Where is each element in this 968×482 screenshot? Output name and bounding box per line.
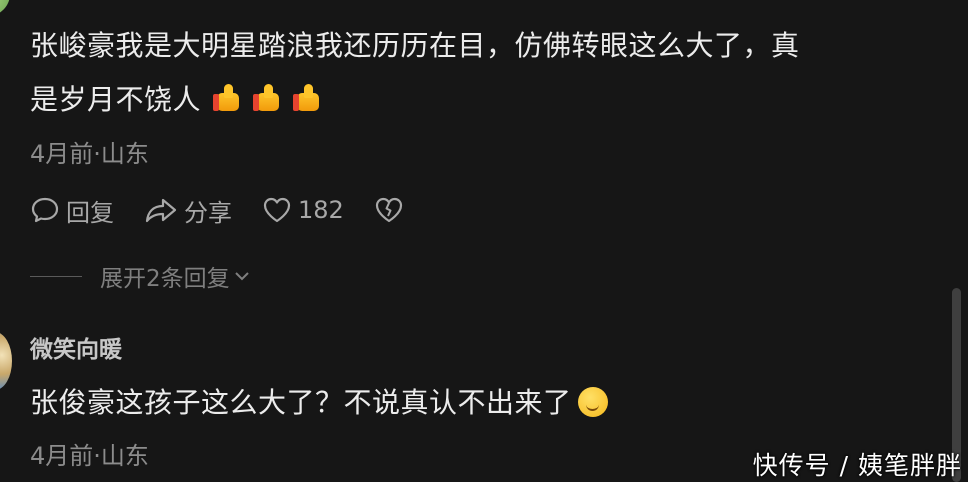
- heart-icon: [263, 197, 291, 223]
- comment-username[interactable]: 微笑向暖: [30, 330, 122, 364]
- comment-actions: 回复 分享 182: [30, 193, 440, 228]
- comment-text: 张俊豪这孩子这么大了？不说真认不出来了: [30, 376, 930, 430]
- reply-label: 回复: [66, 198, 114, 227]
- watermark: 快传号 / 姨笔胖胖: [752, 451, 962, 480]
- like-button[interactable]: 182: [262, 195, 344, 225]
- dislike-button[interactable]: [374, 195, 410, 225]
- reply-button[interactable]: 回复: [30, 193, 114, 228]
- share-icon: [145, 198, 177, 223]
- expand-replies-label: 展开2条回复: [100, 266, 230, 292]
- share-label: 分享: [184, 198, 232, 227]
- thumbs-up-emoji: [213, 83, 241, 113]
- share-button[interactable]: 分享: [144, 193, 232, 228]
- like-count: 182: [298, 196, 344, 224]
- comment-text-fragment: 是岁月不饶人: [30, 83, 202, 116]
- divider-line: [30, 275, 82, 277]
- comment-text-line: 是岁月不饶人: [30, 73, 930, 127]
- broken-heart-icon: [375, 197, 402, 223]
- expand-replies-button[interactable]: 展开2条回复: [30, 260, 252, 292]
- comment-meta: 4月前·山东: [30, 442, 149, 470]
- avatar[interactable]: [0, 332, 12, 390]
- reply-icon: [31, 197, 59, 223]
- comment-text-line: 张峻豪我是大明星踏浪我还历历在目，仿佛转眼这么大了，真: [30, 29, 800, 62]
- thumbs-up-emoji: [253, 83, 281, 113]
- avatar[interactable]: [0, 0, 10, 16]
- comment-text-fragment: 张俊豪这孩子这么大了？不说真认不出来了: [30, 386, 572, 419]
- comment-meta: 4月前·山东: [30, 140, 149, 168]
- thumbs-up-emoji: [293, 83, 321, 113]
- smirk-face-emoji: [577, 387, 608, 417]
- comment-text: 张峻豪我是大明星踏浪我还历历在目，仿佛转眼这么大了，真 是岁月不饶人: [30, 19, 930, 127]
- chevron-down-icon: [234, 272, 249, 281]
